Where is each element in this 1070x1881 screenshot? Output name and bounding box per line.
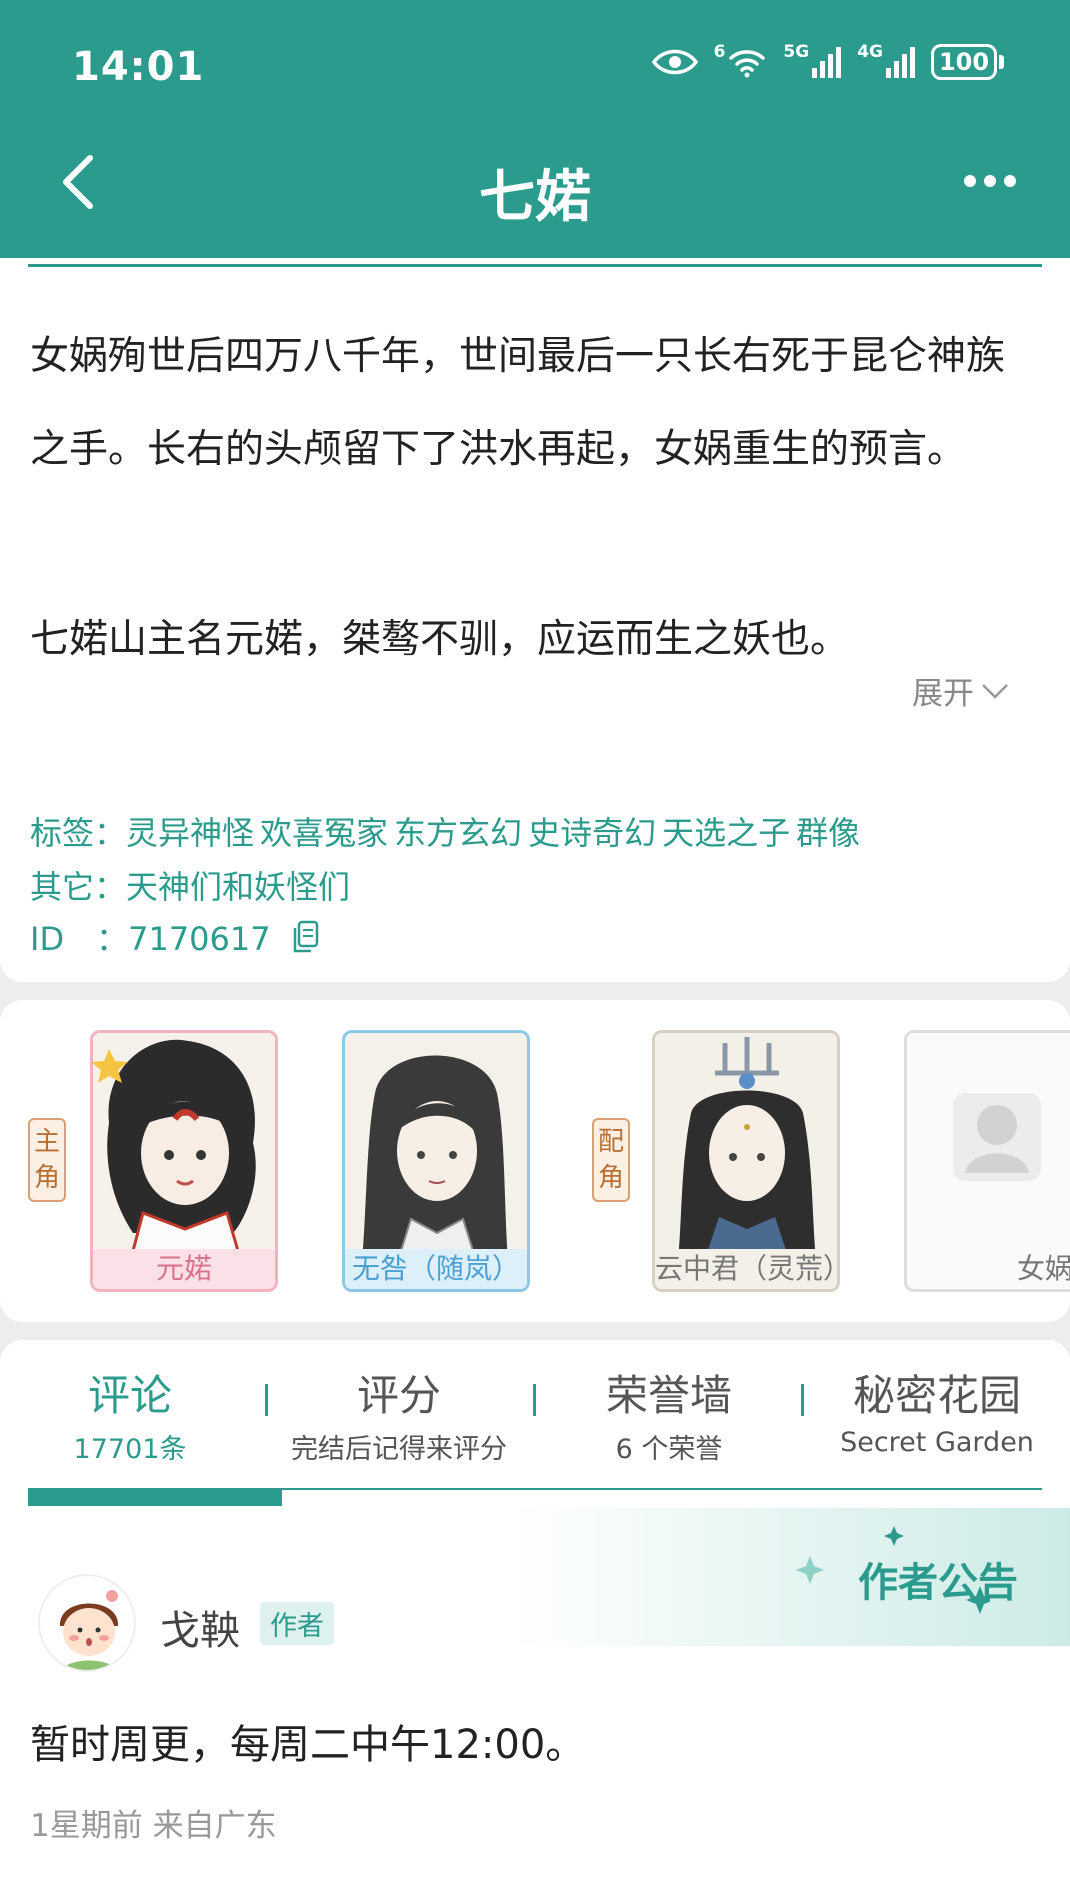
main-role-char: 角 — [33, 1163, 60, 1193]
tab-label: 评论 — [87, 1371, 172, 1420]
announcement-content: 暂时周更，每周二中午12:00。 — [30, 1722, 586, 1768]
tab-comments[interactable]: 评论 17701条 — [5, 1362, 255, 1466]
character-name: 元婼 — [93, 1249, 275, 1289]
tab-separator — [801, 1384, 804, 1416]
tab-sub: Secret Garden — [840, 1427, 1034, 1458]
page-title: 七婼 — [479, 165, 591, 230]
tab-secret-garden[interactable]: 秘密花园 Secret Garden — [812, 1362, 1062, 1458]
id-label: ID ： — [30, 920, 129, 958]
support-role-char: 角 — [597, 1163, 624, 1193]
copy-icon — [293, 920, 319, 953]
eye-icon — [651, 49, 698, 75]
tags-label: 标签： — [30, 814, 127, 852]
app-header: 14:01 6 5G 4G 100 七婼 — [0, 0, 1070, 258]
wifi-label: 6 — [713, 42, 726, 62]
copy-id-button[interactable] — [291, 920, 319, 962]
tab-sub: 完结后记得来评分 — [291, 1434, 507, 1465]
tab-separator — [265, 1384, 268, 1416]
battery-tip — [999, 55, 1004, 69]
expand-button[interactable]: 展开 — [912, 668, 1010, 713]
status-icons: 6 5G 4G 100 — [651, 42, 1004, 80]
signal-4g-icon — [886, 47, 915, 78]
character-card-yuanruo[interactable]: 元婼 — [90, 1030, 278, 1292]
synopsis-extra-line: 七婼山主名元婼，桀骜不驯，应运而生之妖也。 — [30, 617, 850, 662]
announcement-title: 作者公告 — [858, 1560, 1018, 1606]
character-card-yunzhongjun[interactable]: 云中君（灵荒） — [652, 1030, 840, 1292]
tag-item[interactable]: 群像 — [796, 814, 860, 852]
character-name: 云中君（灵荒） — [655, 1249, 837, 1289]
tag-item[interactable]: 史诗奇幻 — [528, 814, 656, 852]
id-value: 7170617 — [128, 920, 271, 958]
author-badge: 作者 — [260, 1602, 334, 1645]
tab-rating[interactable]: 评分 完结后记得来评分 — [274, 1362, 524, 1466]
character-name: 无咎（随岚） — [345, 1249, 527, 1289]
character-card-nvwa[interactable]: 女娲 — [904, 1030, 1070, 1292]
tags-row: 标签：灵异神怪 欢喜冤家 东方玄幻 史诗奇幻 天选之子 群像 — [30, 808, 866, 854]
tab-label: 秘密花园 — [852, 1371, 1021, 1420]
author-name[interactable]: 戈鞅 — [160, 1598, 240, 1656]
tab-separator — [533, 1384, 536, 1416]
tab-sub: 17701条 — [73, 1434, 187, 1465]
network-5g-label: 5G — [783, 42, 810, 62]
tab-active-indicator — [28, 1490, 282, 1506]
id-row: ID ：7170617 — [30, 914, 319, 962]
other-value: 天神们和妖怪们 — [126, 868, 351, 906]
main-role-badge: 主 角 — [28, 1118, 66, 1202]
announcement-meta: 1星期前 来自广东 — [30, 1808, 277, 1844]
status-time: 14:01 — [72, 44, 205, 90]
wifi-icon — [729, 50, 766, 78]
more-horizontal-icon — [964, 175, 1016, 187]
character-name: 女娲 — [907, 1249, 1070, 1289]
network-4g-label: 4G — [857, 42, 883, 62]
expand-label: 展开 — [912, 676, 974, 712]
tab-label: 评分 — [356, 1371, 441, 1420]
more-options-button[interactable] — [960, 166, 1020, 196]
tab-sub: 6 个荣誉 — [615, 1434, 723, 1465]
tag-item[interactable]: 东方玄幻 — [394, 814, 522, 852]
tabs-card: 评论 17701条 评分 完结后记得来评分 荣誉墙 6 个荣誉 秘密花园 Sec… — [0, 1340, 1070, 1881]
header-divider — [28, 264, 1042, 267]
tab-label: 荣誉墙 — [605, 1371, 732, 1420]
tag-item[interactable]: 灵异神怪 — [126, 814, 254, 852]
characters-card: 主 角 元婼 无咎（随岚） 配 角 云中君（灵荒） 女娲 — [0, 1000, 1070, 1322]
author-avatar[interactable] — [38, 1574, 136, 1672]
chevron-down-icon — [982, 683, 1008, 699]
character-card-wujiu[interactable]: 无咎（随岚） — [342, 1030, 530, 1292]
author-avatar-illustration — [40, 1576, 134, 1670]
battery-indicator: 100 — [931, 44, 1004, 80]
tag-item[interactable]: 欢喜冤家 — [260, 814, 388, 852]
support-role-char: 配 — [597, 1127, 624, 1157]
main-role-char: 主 — [33, 1127, 60, 1157]
synopsis-text: 女娲殉世后四万八千年，世间最后一只长右死于昆仑神族之手。长右的头颅留下了洪水再起… — [30, 334, 1006, 472]
other-row: 其它：天神们和妖怪们 — [30, 862, 350, 908]
other-label: 其它： — [30, 868, 127, 906]
tab-honor-wall[interactable]: 荣誉墙 6 个荣誉 — [544, 1362, 794, 1466]
battery-level: 100 — [931, 44, 997, 80]
support-role-badge: 配 角 — [592, 1118, 630, 1202]
signal-5g-icon — [812, 47, 842, 78]
synopsis-card: 女娲殉世后四万八千年，世间最后一只长右死于昆仑神族之手。长右的头颅留下了洪水再起… — [0, 258, 1070, 982]
tag-item[interactable]: 天选之子 — [662, 814, 790, 852]
